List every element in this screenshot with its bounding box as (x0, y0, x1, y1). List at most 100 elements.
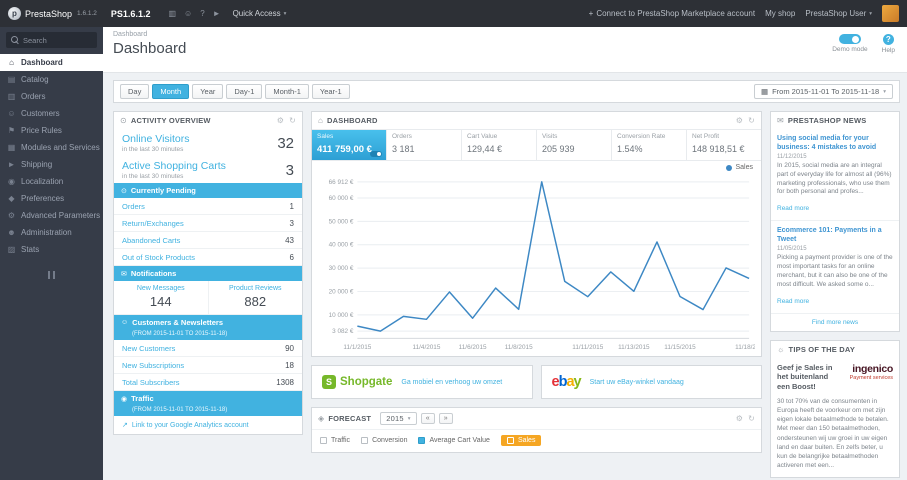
help-icon[interactable]: ? (882, 34, 894, 45)
row-label: New Subscriptions (122, 360, 185, 370)
checkbox-icon (361, 437, 369, 445)
gear-icon[interactable]: ⚙ (736, 116, 743, 125)
sidebar-item-administration[interactable]: ☻ Administration (0, 224, 103, 241)
out-of-stock-row[interactable]: Out of Stock Products 6 (114, 249, 302, 267)
svg-text:66 912 €: 66 912 € (329, 179, 354, 186)
user-avatar[interactable] (882, 5, 899, 22)
filter-day-1-button[interactable]: Day-1 (226, 84, 263, 99)
user-menu[interactable]: PrestaShop User ▾ (805, 9, 872, 18)
row-value: 6 (289, 252, 294, 262)
ebay-link[interactable]: Start uw eBay-winkel vandaag (590, 379, 684, 386)
filter-month-button[interactable]: Month (152, 84, 190, 99)
svg-text:20 000 €: 20 000 € (329, 289, 354, 296)
abandoned-carts-row[interactable]: Abandoned Carts 43 (114, 232, 302, 250)
product-reviews-cell[interactable]: Product Reviews 882 (209, 281, 303, 314)
sidebar-item-price-rules[interactable]: ⚑ Price Rules (0, 122, 103, 139)
news-article-title[interactable]: Using social media for your business: 4 … (777, 134, 893, 152)
filter-month-1-button[interactable]: Month-1 (265, 84, 309, 99)
year-select[interactable]: 2015 ▾ (380, 412, 417, 426)
pending-orders-row[interactable]: Orders 1 (114, 198, 302, 216)
kpi-conversion-rate[interactable]: Conversion Rate 1.54% (612, 130, 687, 160)
user-menu-label: PrestaShop User (805, 9, 867, 18)
gear-icon[interactable]: ⚙ (736, 414, 743, 423)
kpi-orders[interactable]: Orders 3 181 (387, 130, 462, 160)
bulb-icon: ☼ (777, 344, 785, 354)
forecast-cart-value-checkbox[interactable]: Average Cart Value (418, 437, 490, 445)
gear-icon[interactable]: ⚙ (277, 116, 284, 125)
total-subscribers-row[interactable]: Total Subscribers 1308 (114, 374, 302, 392)
kpi-toggle[interactable] (370, 151, 382, 157)
read-more-link[interactable]: Read more (777, 205, 809, 212)
shopgate-logo: S Shopgate (322, 375, 393, 390)
kpi-net-profit[interactable]: Net Profit 148 918,51 € (687, 130, 761, 160)
filter-year-1-button[interactable]: Year-1 (311, 84, 350, 99)
svg-text:50 000 €: 50 000 € (329, 218, 354, 225)
employee-icon[interactable]: ☺ (184, 9, 192, 18)
module-promos: S Shopgate Ga mobiel en verhoog uw omzet… (311, 365, 762, 400)
forecast-sales-chip[interactable]: Sales (500, 435, 542, 447)
shopgate-link[interactable]: Ga mobiel en verhoog uw omzet (401, 379, 502, 386)
news-article-title[interactable]: Ecommerce 101: Payments in a Tweet (777, 226, 893, 244)
sidebar-item-label: Advanced Parameters (21, 211, 101, 220)
filter-year-button[interactable]: Year (192, 84, 224, 99)
prev-year-button[interactable]: « (420, 413, 435, 425)
my-shop-link[interactable]: My shop (765, 9, 795, 18)
sidebar-item-modules[interactable]: ▦ Modules and Services (0, 139, 103, 156)
kpi-visits[interactable]: Visits 205 939 (537, 130, 612, 160)
new-subscriptions-row[interactable]: New Subscriptions 18 (114, 357, 302, 375)
new-customers-row[interactable]: New Customers 90 (114, 340, 302, 358)
kpi-cart-value[interactable]: Cart Value 129,44 € (462, 130, 537, 160)
next-year-button[interactable]: » (438, 413, 453, 425)
updates-icon[interactable]: ► (213, 9, 221, 18)
find-more-news-link[interactable]: Find more news (771, 314, 899, 331)
date-range-label: From 2015-11-01 To 2015-11-18 (772, 87, 880, 96)
kpi-value: 148 918,51 € (692, 144, 745, 154)
new-messages-cell[interactable]: New Messages 144 (114, 281, 209, 315)
read-more-link[interactable]: Read more (777, 298, 809, 305)
kpi-sales[interactable]: Sales 411 759,00 € (312, 130, 387, 160)
sidebar-item-preferences[interactable]: ◆ Preferences (0, 190, 103, 207)
admin-icon: ☻ (7, 228, 16, 237)
refresh-icon[interactable]: ↻ (748, 116, 755, 125)
svg-text:11/15/2015: 11/15/2015 (664, 344, 696, 351)
shopgate-promo[interactable]: S Shopgate Ga mobiel en verhoog uw omzet (311, 365, 533, 400)
kpi-label: Conversion Rate (617, 133, 666, 140)
sidebar-item-dashboard[interactable]: ⌂ Dashboard (0, 54, 103, 71)
topbar-right: + Connect to PrestaShop Marketplace acco… (589, 5, 899, 22)
refresh-icon[interactable]: ↻ (748, 414, 755, 423)
filter-day-button[interactable]: Day (120, 84, 150, 99)
stats-icon: ▨ (7, 245, 16, 254)
sidebar-search[interactable] (6, 32, 97, 48)
sidebar-item-orders[interactable]: ▥ Orders (0, 88, 103, 105)
google-analytics-link[interactable]: ↗ Link to your Google Analytics account (114, 416, 302, 434)
cart-icon[interactable]: ▥ (168, 9, 176, 18)
sidebar-item-customers[interactable]: ☺ Customers (0, 105, 103, 122)
search-input[interactable] (23, 35, 95, 45)
refresh-icon[interactable]: ↻ (289, 116, 296, 125)
sidebar-item-localization[interactable]: ◉ Localization (0, 173, 103, 190)
forecast-icon: ◈ (318, 414, 325, 424)
legend-dot (726, 164, 733, 171)
forecast-traffic-checkbox[interactable]: Traffic (320, 437, 350, 445)
sidebar-item-label: Stats (21, 245, 40, 254)
quick-access-menu[interactable]: Quick Access ▾ (233, 9, 287, 18)
demo-mode-toggle[interactable] (838, 34, 861, 44)
logo-text: PrestaShop (25, 8, 73, 19)
prestashop-logo[interactable]: p PrestaShop 1.6.1.2 (8, 7, 97, 20)
metric-value: 32 (277, 134, 294, 152)
date-range-picker[interactable]: ▦ From 2015-11-01 To 2015-11-18 ▾ (753, 84, 893, 99)
person-icon: ☺ (121, 319, 129, 327)
sidebar-item-stats[interactable]: ▨ Stats (0, 241, 103, 258)
sidebar-item-shipping[interactable]: ► Shipping (0, 156, 103, 173)
support-icon[interactable]: ? (200, 9, 204, 18)
svg-text:11/11/2015: 11/11/2015 (572, 344, 603, 351)
sidebar-item-advanced-parameters[interactable]: ⚙ Advanced Parameters (0, 207, 103, 224)
sidebar-item-label: Shipping (21, 160, 53, 169)
collapse-sidebar-button[interactable] (0, 266, 103, 284)
marketplace-link[interactable]: + Connect to PrestaShop Marketplace acco… (589, 9, 755, 18)
pending-returns-row[interactable]: Return/Exchanges 3 (114, 215, 302, 233)
ebay-promo[interactable]: ebay Start uw eBay-winkel vandaag (540, 365, 762, 400)
shopgate-brand: Shopgate (340, 376, 393, 389)
forecast-conversion-checkbox[interactable]: Conversion (361, 437, 407, 445)
sidebar-item-catalog[interactable]: ▤ Catalog (0, 71, 103, 88)
